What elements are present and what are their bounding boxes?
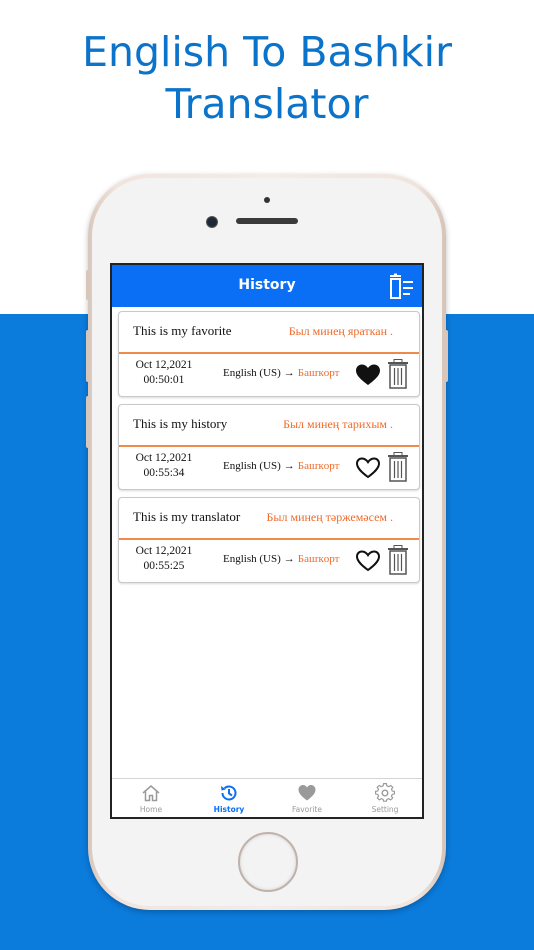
clear-all-icon[interactable]: [388, 273, 416, 301]
source-language: English (US): [223, 367, 281, 379]
tab-label: Favorite: [292, 805, 322, 814]
target-language: Башҡорт: [297, 367, 340, 379]
timestamp: Oct 12,2021 00:55:25: [129, 544, 199, 574]
date-text: Oct 12,2021: [135, 452, 193, 464]
source-language: English (US): [223, 460, 281, 472]
target-language: Башҡорт: [297, 460, 340, 472]
home-icon: [142, 785, 160, 802]
source-language: English (US): [223, 553, 281, 565]
arrow-icon: →: [283, 460, 295, 472]
target-language: Башҡорт: [297, 553, 340, 565]
language-pair: English (US) → Башҡорт: [223, 367, 339, 379]
tab-favorite[interactable]: Favorite: [268, 779, 346, 817]
tab-history[interactable]: History: [190, 779, 268, 817]
language-pair: English (US) → Башҡорт: [223, 460, 339, 472]
history-item[interactable]: This is my translator Был минең тәржемәс…: [118, 497, 420, 583]
headline-line-2: Translator: [165, 80, 369, 128]
trash-icon[interactable]: [387, 452, 409, 482]
headline-line-1: English To Bashkir: [82, 28, 452, 76]
app-screen: History This is my favorite Был минең яр…: [110, 263, 424, 819]
header-title: History: [238, 277, 296, 293]
tab-label: History: [213, 805, 245, 814]
date-text: Oct 12,2021: [135, 359, 193, 371]
power-button: [444, 330, 448, 382]
tab-home[interactable]: Home: [112, 779, 190, 817]
card-divider: [119, 352, 419, 354]
card-divider: [119, 445, 419, 447]
tab-label: Home: [139, 805, 163, 814]
volume-down-button: [86, 396, 90, 448]
arrow-icon: →: [283, 367, 295, 379]
mute-switch: [86, 270, 90, 300]
date-text: Oct 12,2021: [135, 545, 193, 557]
tab-label: Setting: [371, 805, 399, 814]
gear-icon: [375, 783, 395, 802]
translated-text: Был минең тәржемәсем .: [266, 510, 393, 524]
trash-icon[interactable]: [387, 545, 409, 575]
app-header: History: [112, 265, 422, 307]
translated-text: Был минең яраткан .: [288, 324, 393, 338]
page-headline: English To Bashkir Translator: [0, 26, 534, 130]
card-divider: [119, 538, 419, 540]
translated-text: Был минең тарихым .: [283, 417, 393, 431]
arrow-icon: →: [283, 553, 295, 565]
source-text: This is my history: [133, 416, 228, 431]
trash-icon[interactable]: [387, 359, 409, 389]
timestamp: Oct 12,2021 00:55:34: [129, 451, 199, 481]
time-text: 00:55:25: [143, 560, 185, 572]
history-item[interactable]: This is my history Был минең тарихым . O…: [118, 404, 420, 490]
time-text: 00:50:01: [143, 374, 185, 386]
heart-outline-icon[interactable]: [355, 456, 381, 480]
heart-filled-icon[interactable]: [355, 363, 381, 387]
proximity-sensor: [264, 197, 270, 203]
volume-up-button: [86, 330, 90, 382]
bottom-tab-bar: Home History Favorite Setting: [112, 778, 422, 817]
history-icon: [221, 785, 237, 801]
heart-outline-icon[interactable]: [355, 549, 381, 573]
timestamp: Oct 12,2021 00:50:01: [129, 358, 199, 388]
heart-icon: [298, 785, 316, 801]
history-item[interactable]: This is my favorite Был минең яраткан . …: [118, 311, 420, 397]
tab-setting[interactable]: Setting: [346, 779, 422, 817]
source-text: This is my translator: [133, 509, 241, 524]
source-text: This is my favorite: [133, 323, 232, 338]
front-camera: [206, 216, 218, 228]
earpiece-speaker: [236, 218, 298, 224]
language-pair: English (US) → Башҡорт: [223, 553, 339, 565]
time-text: 00:55:34: [143, 467, 185, 479]
home-hardware-button[interactable]: [238, 832, 298, 892]
